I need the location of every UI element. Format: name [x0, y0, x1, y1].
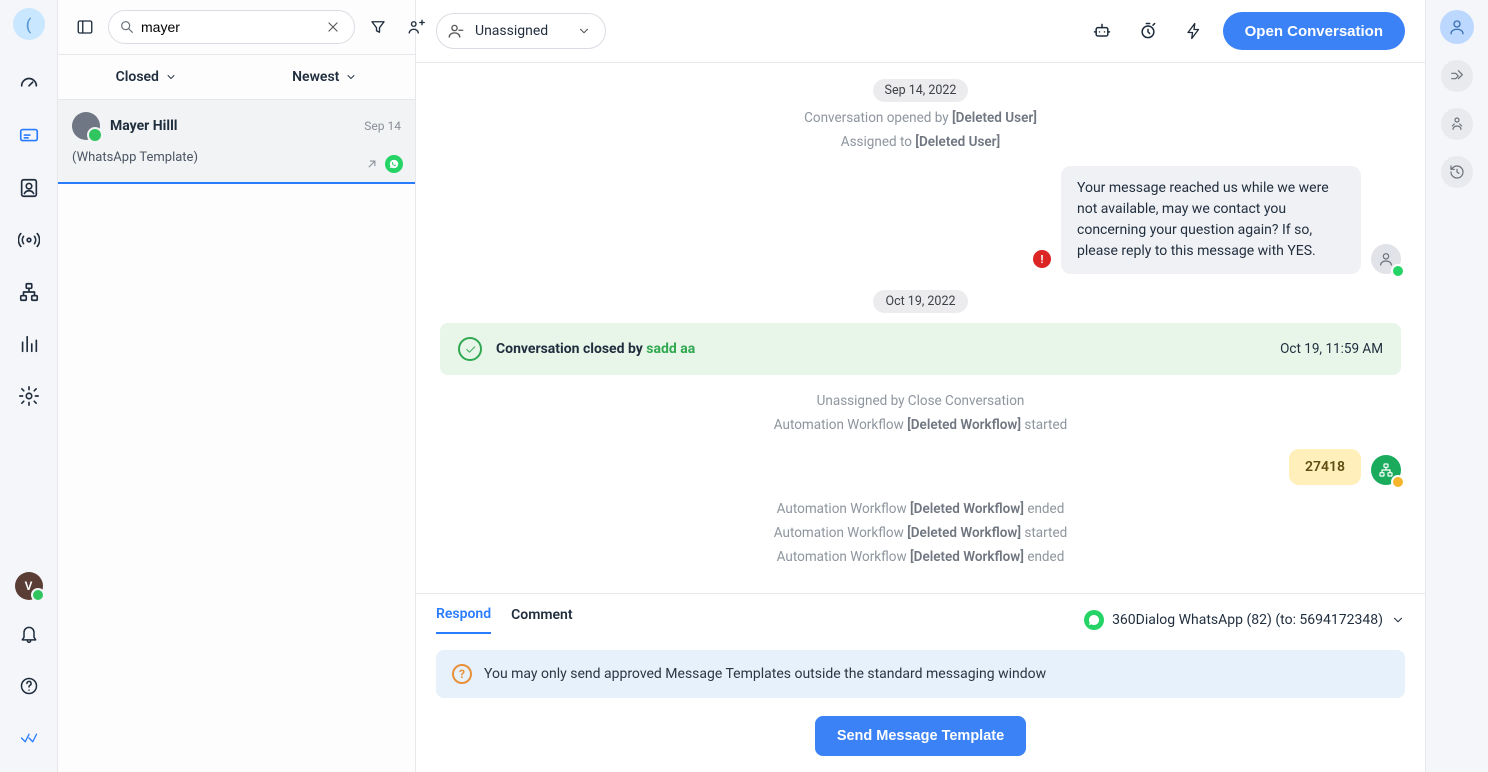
filter-icon[interactable] — [363, 12, 393, 42]
closed-banner: Conversation closed by sadd aa Oct 19, 1… — [440, 323, 1401, 375]
chat-panel: Unassigned Open Conversation Sep 14, 202… — [416, 0, 1426, 772]
composer-actions: Send Message Template — [416, 698, 1425, 772]
person-remove-icon — [447, 22, 465, 40]
help-circle-icon: ? — [452, 664, 472, 684]
conversation-item[interactable]: Mayer Hilll Sep 14 (WhatsApp Template) — [58, 100, 415, 184]
list-filters-bar: Closed Newest — [58, 55, 415, 100]
chevron-down-icon — [345, 71, 357, 83]
system-workflow: Automation Workflow [Deleted Workflow] e… — [440, 501, 1401, 517]
system-opened: Conversation opened by [Deleted User] — [440, 110, 1401, 126]
system-workflow: Automation Workflow [Deleted Workflow] s… — [440, 525, 1401, 541]
conversation-date: Sep 14 — [364, 119, 401, 133]
workflow-avatar — [1371, 455, 1401, 485]
composer-tabs: Respond Comment 360Dialog WhatsApp (82) … — [416, 593, 1425, 634]
actions-icon[interactable] — [1177, 14, 1211, 48]
conversation-list-panel: Closed Newest Mayer Hilll Sep 14 (WhatsA… — [58, 0, 416, 772]
chevron-down-icon — [165, 71, 177, 83]
message-bubble: 27418 — [1289, 449, 1361, 485]
nav-settings[interactable] — [9, 376, 49, 416]
send-template-button[interactable]: Send Message Template — [815, 716, 1026, 756]
snooze-icon[interactable] — [1131, 14, 1165, 48]
whatsapp-icon — [385, 155, 403, 173]
search-field[interactable] — [108, 10, 355, 44]
tab-comment[interactable]: Comment — [511, 607, 572, 633]
status-filter-label: Closed — [116, 69, 159, 85]
contact-avatar-large[interactable] — [1440, 10, 1474, 44]
workspace-avatar[interactable]: ( — [13, 8, 45, 40]
conversation-channel — [365, 155, 403, 173]
search-input[interactable] — [141, 19, 322, 35]
check-circle-icon — [458, 337, 482, 361]
error-icon[interactable]: ! — [1033, 250, 1051, 268]
channel-label: 360Dialog WhatsApp (82) (to: 5694172348) — [1112, 612, 1383, 628]
nav-status[interactable] — [9, 718, 49, 758]
search-icon — [119, 19, 135, 35]
outbound-icon — [365, 157, 379, 171]
nav-inbox[interactable] — [9, 116, 49, 156]
merge-icon[interactable] — [1441, 60, 1473, 92]
notice-text: You may only send approved Message Templ… — [484, 666, 1046, 682]
sort-filter[interactable]: Newest — [292, 69, 357, 85]
nav-help[interactable] — [9, 666, 49, 706]
template-notice: ? You may only send approved Message Tem… — [436, 650, 1405, 698]
whatsapp-icon — [1084, 610, 1104, 630]
system-assigned: Assigned to [Deleted User] — [440, 134, 1401, 150]
tab-respond[interactable]: Respond — [436, 606, 491, 634]
collapse-panel-icon[interactable] — [70, 12, 100, 42]
date-chip: Sep 14, 2022 — [873, 79, 969, 102]
nav-dashboard[interactable] — [9, 64, 49, 104]
chevron-down-icon — [577, 24, 591, 38]
message-bubble: Your message reached us while we were no… — [1061, 166, 1361, 274]
bot-icon[interactable] — [1085, 14, 1119, 48]
closed-time: Oct 19, 11:59 AM — [1280, 341, 1383, 357]
history-icon[interactable] — [1441, 156, 1473, 188]
system-unassigned: Unassigned by Close Conversation — [440, 393, 1401, 409]
system-workflow: Automation Workflow [Deleted Workflow] s… — [440, 417, 1401, 433]
list-toolbar — [58, 0, 415, 55]
nav-broadcast[interactable] — [9, 220, 49, 260]
status-filter[interactable]: Closed — [116, 69, 177, 85]
contact-name: Mayer Hilll — [110, 118, 354, 134]
conversation-preview: (WhatsApp Template) — [72, 150, 401, 165]
sender-avatar — [1371, 244, 1401, 274]
nav-workflows[interactable] — [9, 272, 49, 312]
assignee-label: Unassigned — [475, 23, 567, 39]
contact-details-icon[interactable] — [1441, 108, 1473, 140]
nav-rail-left: ( V — [0, 0, 58, 772]
system-workflow: Automation Workflow [Deleted Workflow] e… — [440, 549, 1401, 565]
message-row: 27418 — [440, 449, 1401, 485]
nav-notifications[interactable] — [9, 614, 49, 654]
contact-avatar — [72, 112, 100, 140]
chat-body: Sep 14, 2022 Conversation opened by [Del… — [416, 63, 1425, 593]
nav-reports[interactable] — [9, 324, 49, 364]
channel-mini-icon — [1391, 475, 1405, 489]
nav-contacts[interactable] — [9, 168, 49, 208]
channel-selector[interactable]: 360Dialog WhatsApp (82) (to: 5694172348) — [1084, 610, 1405, 630]
open-conversation-button[interactable]: Open Conversation — [1223, 12, 1405, 50]
message-row: ! Your message reached us while we were … — [440, 166, 1401, 274]
chevron-down-icon — [1391, 613, 1405, 627]
whatsapp-mini-icon — [1391, 264, 1405, 278]
current-user-avatar[interactable]: V — [15, 572, 43, 600]
clear-search-icon[interactable] — [322, 20, 344, 34]
assignee-dropdown[interactable]: Unassigned — [436, 13, 606, 49]
closed-text: Conversation closed by sadd aa — [496, 341, 695, 357]
date-chip: Oct 19, 2022 — [873, 290, 967, 313]
contact-rail-right — [1426, 0, 1488, 772]
sort-filter-label: Newest — [292, 69, 339, 85]
chat-header: Unassigned Open Conversation — [416, 0, 1425, 63]
